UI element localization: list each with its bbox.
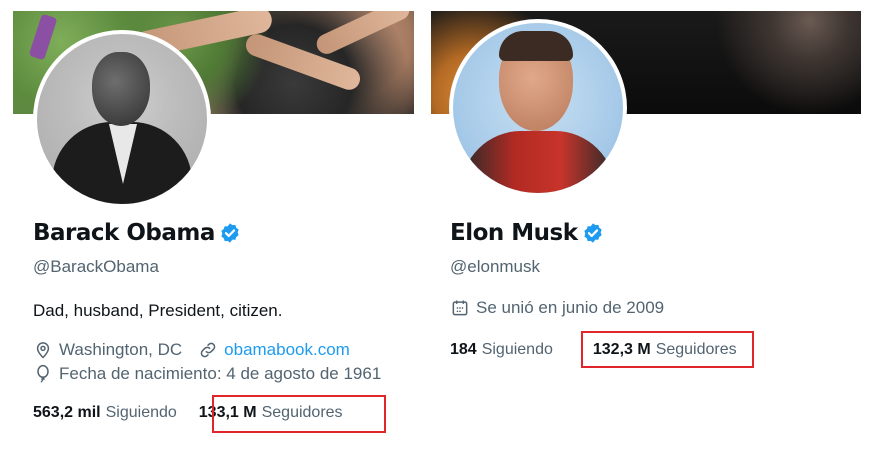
musk-following-label: Siguiendo (481, 341, 553, 358)
musk-handle: @elonmusk (450, 257, 541, 276)
obama-handle: @BarackObama (33, 257, 159, 276)
musk-meta-row: Se unió en junio de 2009 (450, 298, 664, 318)
musk-following-count: 184 (450, 341, 477, 358)
musk-name-row: Elon Musk (450, 220, 604, 246)
obama-website-link[interactable]: obamabook.com (224, 340, 350, 360)
obama-location: Washington, DC (59, 340, 183, 359)
obama-meta-row-2: Fecha de nacimiento: 4 de agosto de 1961 (33, 364, 381, 384)
obama-following-count: 563,2 mil (33, 404, 101, 421)
obama-following-label: Siguiendo (105, 404, 177, 421)
obama-birthday: Fecha de nacimiento: 4 de agosto de 1961 (59, 364, 382, 383)
obama-following[interactable]: 563,2 mil Siguiendo (33, 404, 177, 422)
obama-name-row: Barack Obama (33, 220, 241, 246)
calendar-icon (452, 300, 468, 316)
musk-followers-highlight-box (581, 331, 754, 368)
obama-bio: Dad, husband, President, citizen. (33, 301, 283, 320)
location-pin-icon (36, 342, 50, 359)
birthday-balloon-icon (37, 364, 49, 383)
musk-following[interactable]: 184 Siguiendo (450, 341, 553, 359)
musk-display-name: Elon Musk (450, 220, 578, 246)
verified-badge-icon (221, 223, 239, 243)
musk-avatar[interactable] (449, 19, 627, 197)
verified-badge-icon (583, 223, 602, 243)
musk-joined-date: Se unió en junio de 2009 (476, 298, 665, 317)
obama-followers-highlight-box (212, 395, 386, 433)
obama-display-name: Barack Obama (33, 220, 215, 246)
link-icon (200, 342, 216, 358)
obama-meta-row-1: Washington, DC obamabook.com (33, 340, 350, 360)
obama-avatar[interactable] (33, 30, 211, 208)
profiles-comparison: Barack Obama @BarackObama Dad, husband, … (0, 0, 872, 458)
